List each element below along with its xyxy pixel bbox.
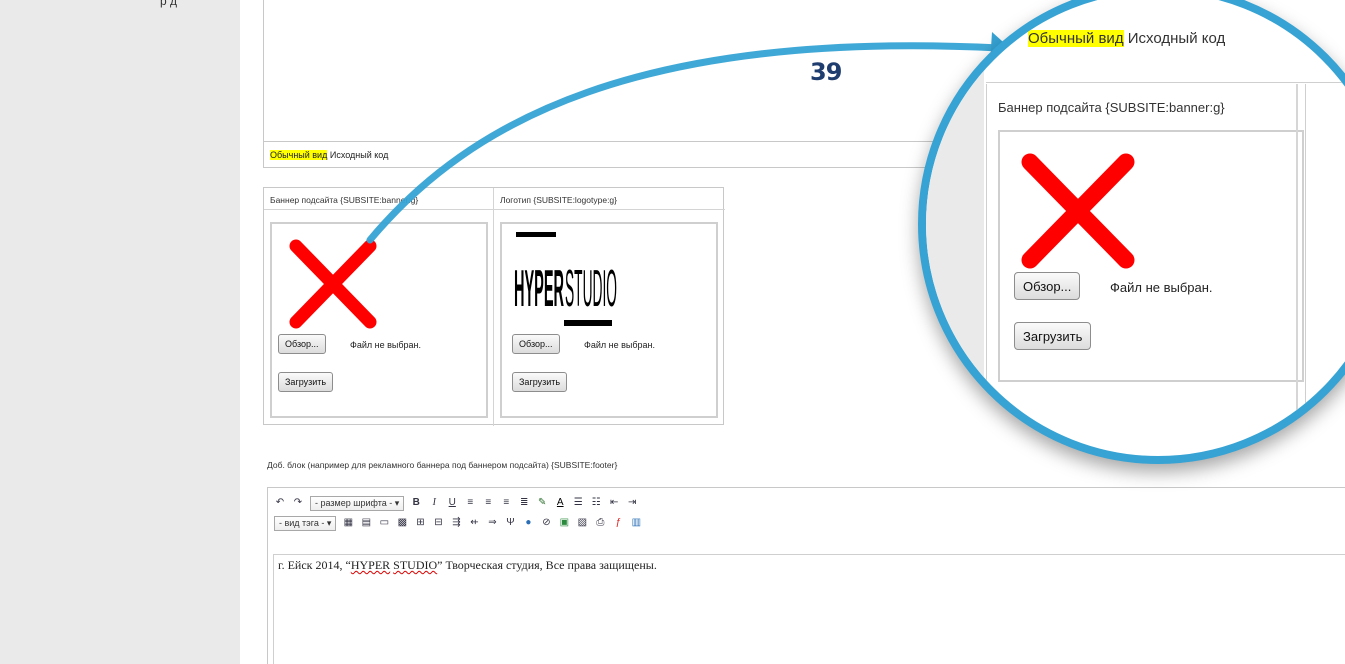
magnifier-mode-source: Исходный код — [1127, 30, 1226, 47]
magnifier-mode-switch: Обычный вид Исходный код — [1028, 30, 1225, 47]
step-number: 39 — [810, 58, 842, 86]
page: р д Обычный вид Исходный код Баннер подс… — [0, 0, 1345, 664]
magnifier-frame: Обзор... Файл не выбран. Загрузить — [998, 130, 1304, 382]
magnifier-callout: Обычный вид Исходный код Баннер подсайта… — [918, 0, 1345, 464]
magnifier-gray-area — [926, 0, 984, 456]
magnifier-no-file-text: Файл не выбран. — [1110, 280, 1213, 295]
magnifier-content: Обычный вид Исходный код Баннер подсайта… — [926, 0, 1345, 456]
magnifier-divider — [986, 82, 1345, 83]
magnifier-banner-label: Баннер подсайта {SUBSITE:banner:g} — [998, 100, 1225, 115]
magnifier-red-x-icon — [1021, 153, 1135, 269]
magnifier-cell-separator — [1296, 84, 1298, 414]
magnifier-browse-button: Обзор... — [1014, 272, 1081, 300]
magnifier-mode-normal: Обычный вид — [1028, 30, 1124, 47]
magnifier-upload-button: Загрузить — [1014, 322, 1092, 350]
